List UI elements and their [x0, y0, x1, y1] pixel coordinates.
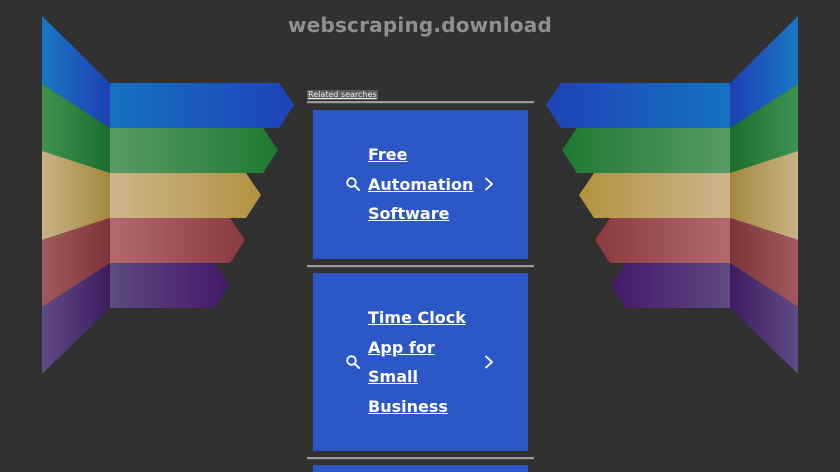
search-icon [346, 177, 360, 191]
card-text-line: Free [368, 145, 408, 164]
chevron-right-icon [485, 355, 493, 369]
divider [307, 265, 534, 268]
chevron-right-icon [485, 177, 493, 191]
card-text-line: App for [368, 337, 435, 357]
related-search-card-partial[interactable] [313, 465, 528, 472]
related-search-card-time-clock-app-for-small-business[interactable]: Time Clock App for Small Business [313, 273, 528, 451]
card-text-line: Software [368, 204, 450, 223]
related-search-card-free-automation-software[interactable]: Free Automation Software [313, 110, 528, 259]
card-text-line: Business [368, 396, 448, 416]
right-decoration [546, 16, 798, 374]
card-text-line: Small [368, 367, 418, 386]
card-text-line: Time Clock [368, 308, 466, 327]
related-searches-label: Related searches [307, 90, 378, 100]
divider [307, 457, 534, 460]
divider [307, 101, 534, 104]
search-icon [346, 355, 360, 369]
left-decoration [42, 16, 294, 374]
card-text-line: Automation [368, 174, 474, 194]
card-text: Time Clock App for Small Business [368, 303, 478, 421]
card-text: Free Automation Software [368, 140, 478, 229]
